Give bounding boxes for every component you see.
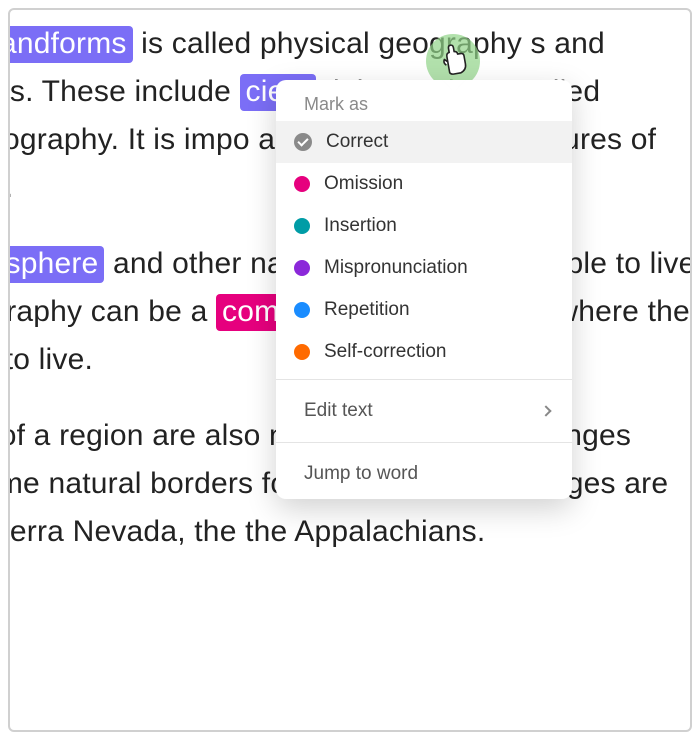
mark-option-omission[interactable]: Omission [276, 163, 572, 205]
color-dot-icon [294, 176, 310, 192]
mark-option-label: Correct [326, 131, 388, 153]
jump-to-word-label: Jump to word [304, 463, 418, 485]
mark-option-repetition[interactable]: Repetition [276, 289, 572, 331]
popup-header: Mark as [276, 80, 572, 121]
jump-to-word-action[interactable]: Jump to word [276, 449, 572, 499]
mark-option-label: Insertion [324, 215, 397, 237]
edit-text-label: Edit text [304, 400, 373, 422]
mark-option-mispronunciation[interactable]: Mispronunciation [276, 247, 572, 289]
highlighted-word-landforms[interactable]: landforms [8, 26, 133, 63]
popup-divider [276, 442, 572, 443]
edit-text-action[interactable]: Edit text [276, 386, 572, 436]
check-icon [294, 133, 312, 151]
mark-option-label: Omission [324, 173, 403, 195]
mark-option-self-correction[interactable]: Self-correction [276, 331, 572, 373]
mark-option-correct[interactable]: Correct [276, 121, 572, 163]
mark-option-insertion[interactable]: Insertion [276, 205, 572, 247]
color-dot-icon [294, 344, 310, 360]
color-dot-icon [294, 302, 310, 318]
color-dot-icon [294, 260, 310, 276]
color-dot-icon [294, 218, 310, 234]
mark-as-popup: Mark as Correct Omission Insertion Mispronu… [276, 80, 572, 499]
mark-option-label: Mispronunciation [324, 257, 468, 279]
popup-divider [276, 379, 572, 380]
highlighted-word-atmosphere[interactable]: atmosphere [8, 246, 104, 283]
screenshot-frame: th's landforms is called physical geogra… [8, 8, 692, 732]
chevron-right-icon [540, 405, 551, 416]
mark-option-label: Repetition [324, 299, 410, 321]
mark-option-label: Self-correction [324, 341, 447, 363]
